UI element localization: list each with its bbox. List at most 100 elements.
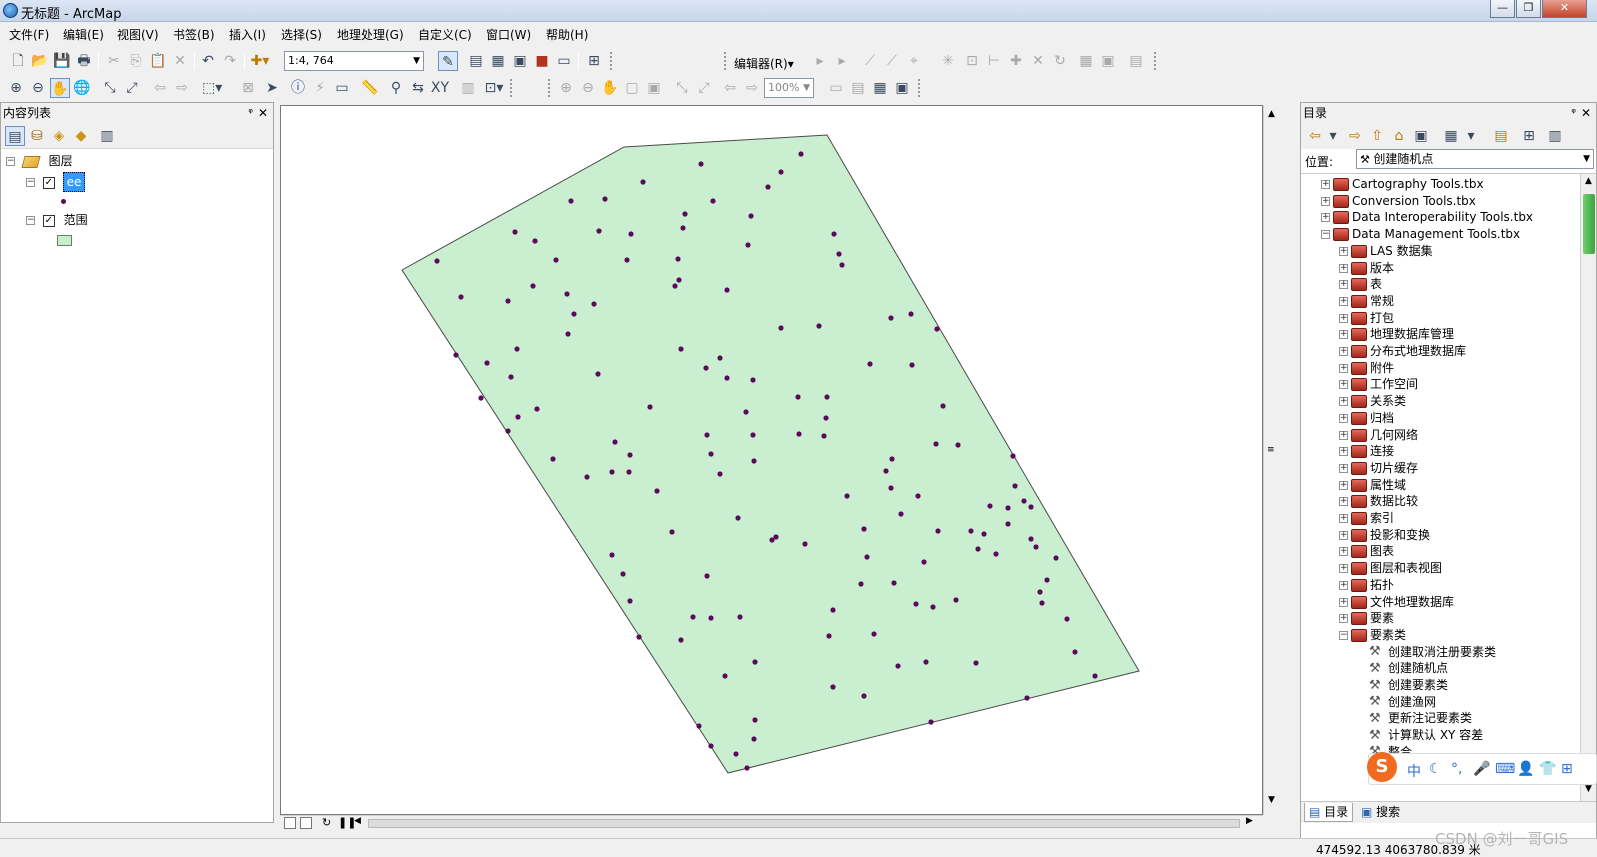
catalog-tool[interactable]: ⚒ 计算默认 XY 容差 — [1357, 727, 1483, 744]
toc-layer-range[interactable]: − ✓ 范围 — [26, 211, 88, 229]
menu-insert[interactable]: 插入(I) — [229, 26, 266, 43]
data-driven-pages-icon[interactable]: ▣ — [892, 78, 912, 98]
random-point[interactable] — [708, 451, 714, 457]
toolbar-grip[interactable] — [610, 52, 613, 70]
catalog-toolbox[interactable]: + Conversion Tools.tbx — [1321, 193, 1476, 210]
random-point[interactable] — [733, 751, 739, 757]
random-point[interactable] — [704, 432, 710, 438]
random-point[interactable] — [505, 298, 511, 304]
clear-selection-icon[interactable]: ⊠ — [238, 78, 258, 98]
scroll-down-icon[interactable]: ▼ — [1268, 795, 1275, 805]
zoom-100-icon[interactable]: ▣ — [644, 78, 664, 98]
map-canvas[interactable] — [281, 106, 1263, 815]
random-point[interactable] — [928, 719, 934, 725]
random-point[interactable] — [824, 394, 830, 400]
paste-icon[interactable]: 📋 — [148, 51, 168, 71]
random-point[interactable] — [672, 283, 678, 289]
catalog-tool[interactable]: ⚒ 创建要素类 — [1357, 677, 1448, 694]
random-point[interactable] — [1028, 504, 1034, 510]
menu-windows[interactable]: 窗口(W) — [486, 26, 531, 43]
python-window-icon[interactable]: ▭ — [554, 51, 574, 71]
pin-icon[interactable]: ᵠ — [1571, 103, 1576, 123]
catalog-toolbox[interactable]: − Data Management Tools.tbx — [1321, 226, 1520, 243]
random-point[interactable] — [696, 723, 702, 729]
random-point[interactable] — [627, 452, 633, 458]
random-point[interactable] — [624, 257, 630, 263]
create-features-icon[interactable]: ▤ — [1126, 51, 1146, 71]
expand-icon[interactable]: + — [1321, 180, 1330, 189]
catalog-toolset[interactable]: + LAS 数据集 — [1339, 243, 1433, 260]
random-point[interactable] — [515, 414, 521, 420]
random-point[interactable] — [640, 179, 646, 185]
expand-icon[interactable]: + — [1339, 347, 1348, 356]
random-point[interactable] — [1064, 616, 1070, 622]
random-point[interactable] — [883, 468, 889, 474]
catalog-toolset[interactable]: + 文件地理数据库 — [1339, 594, 1454, 611]
chevron-down-icon[interactable]: ▾ — [1323, 126, 1343, 146]
random-point[interactable] — [861, 693, 867, 699]
random-point[interactable] — [930, 604, 936, 610]
scroll-left-icon[interactable]: ◀ — [354, 816, 361, 826]
random-point[interactable] — [934, 326, 940, 332]
chinese-mode-icon[interactable]: 中 — [1407, 761, 1421, 781]
ime-toolbar[interactable]: S 中 ☾ °, 🎤 ⌨ 👤 👕 ⊞ — [1367, 752, 1597, 785]
random-point[interactable] — [698, 161, 704, 167]
undo-icon[interactable]: ↶ — [198, 51, 218, 71]
expand-icon[interactable]: + — [1321, 213, 1330, 223]
full-extent-globe-icon[interactable]: 🌐 — [72, 78, 92, 98]
random-point[interactable] — [821, 433, 827, 439]
random-point[interactable] — [612, 439, 618, 445]
random-point[interactable] — [478, 395, 484, 401]
random-point[interactable] — [981, 531, 987, 537]
scroll-thumb[interactable] — [368, 819, 1240, 828]
toolbar-grip[interactable] — [918, 79, 921, 97]
catalog-toolset[interactable]: + 要素 — [1339, 610, 1394, 627]
random-point[interactable] — [888, 485, 894, 491]
change-layout-icon[interactable]: ▦ — [870, 78, 890, 98]
random-point[interactable] — [737, 614, 743, 620]
random-point[interactable] — [571, 311, 577, 317]
catalog-toolset[interactable]: + 地理数据库管理 — [1339, 326, 1454, 343]
sketch-properties-icon[interactable]: ▣ — [1098, 51, 1118, 71]
go-to-xy-icon[interactable]: XY — [430, 78, 450, 98]
expand-icon[interactable]: + — [1339, 380, 1348, 390]
catalog-toolset[interactable]: + 工作空间 — [1339, 376, 1418, 393]
catalog-toolset[interactable]: + 归档 — [1339, 410, 1394, 427]
menu-bookmarks[interactable]: 书签(B) — [173, 26, 215, 43]
random-point[interactable] — [1072, 649, 1078, 655]
random-point[interactable] — [453, 352, 459, 358]
user-icon[interactable]: 👤 — [1517, 761, 1534, 777]
random-point[interactable] — [858, 581, 864, 587]
random-point[interactable] — [609, 552, 615, 558]
keyboard-icon[interactable]: ⌨ — [1495, 761, 1515, 777]
fixed-zoom-out-layout-icon[interactable]: ⤢ — [694, 78, 714, 98]
catalog-toolset[interactable]: + 打包 — [1339, 310, 1394, 327]
random-point[interactable] — [550, 456, 556, 462]
list-by-visibility-icon[interactable]: ◈ — [49, 126, 69, 146]
copy-icon[interactable]: ⎘ — [126, 51, 146, 71]
layer-visibility-checkbox[interactable]: ✓ — [42, 214, 55, 227]
random-point[interactable] — [678, 346, 684, 352]
expand-icon[interactable]: + — [1339, 580, 1348, 590]
menu-edit[interactable]: 编辑(E) — [63, 26, 104, 43]
options-icon[interactable]: ▥ — [1545, 126, 1565, 146]
random-point[interactable] — [508, 374, 514, 380]
catalog-toolset[interactable]: + 几何网络 — [1339, 427, 1418, 444]
expand-icon[interactable]: + — [1339, 280, 1348, 290]
catalog-toolset[interactable]: + 附件 — [1339, 360, 1394, 377]
trace-icon[interactable]: ⌖ — [904, 51, 924, 71]
catalog-toolset[interactable]: + 图表 — [1339, 543, 1394, 560]
random-point[interactable] — [769, 537, 775, 543]
expand-icon[interactable]: + — [1339, 330, 1348, 340]
random-point[interactable] — [717, 471, 723, 477]
find-binoculars-icon[interactable]: ⚲ — [386, 78, 406, 98]
expand-icon[interactable]: + — [1339, 530, 1348, 540]
random-point[interactable] — [750, 377, 756, 383]
refresh-icon[interactable]: ↻ — [322, 816, 331, 829]
random-point[interactable] — [1005, 505, 1011, 511]
random-point[interactable] — [636, 634, 642, 640]
forward-arrow-icon[interactable]: ⇨ — [1345, 126, 1365, 146]
random-point[interactable] — [993, 551, 999, 557]
catalog-toolset[interactable]: − 要素类 — [1339, 627, 1406, 644]
catalog-toolset[interactable]: + 数据比较 — [1339, 493, 1418, 510]
